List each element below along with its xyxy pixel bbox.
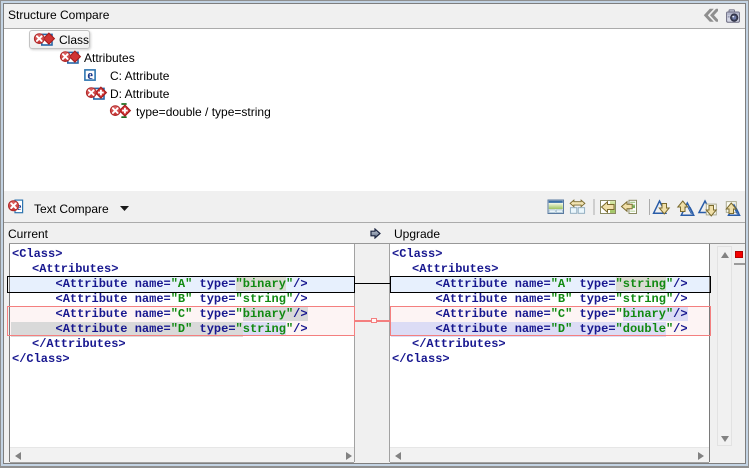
svg-text:e: e bbox=[87, 68, 93, 82]
